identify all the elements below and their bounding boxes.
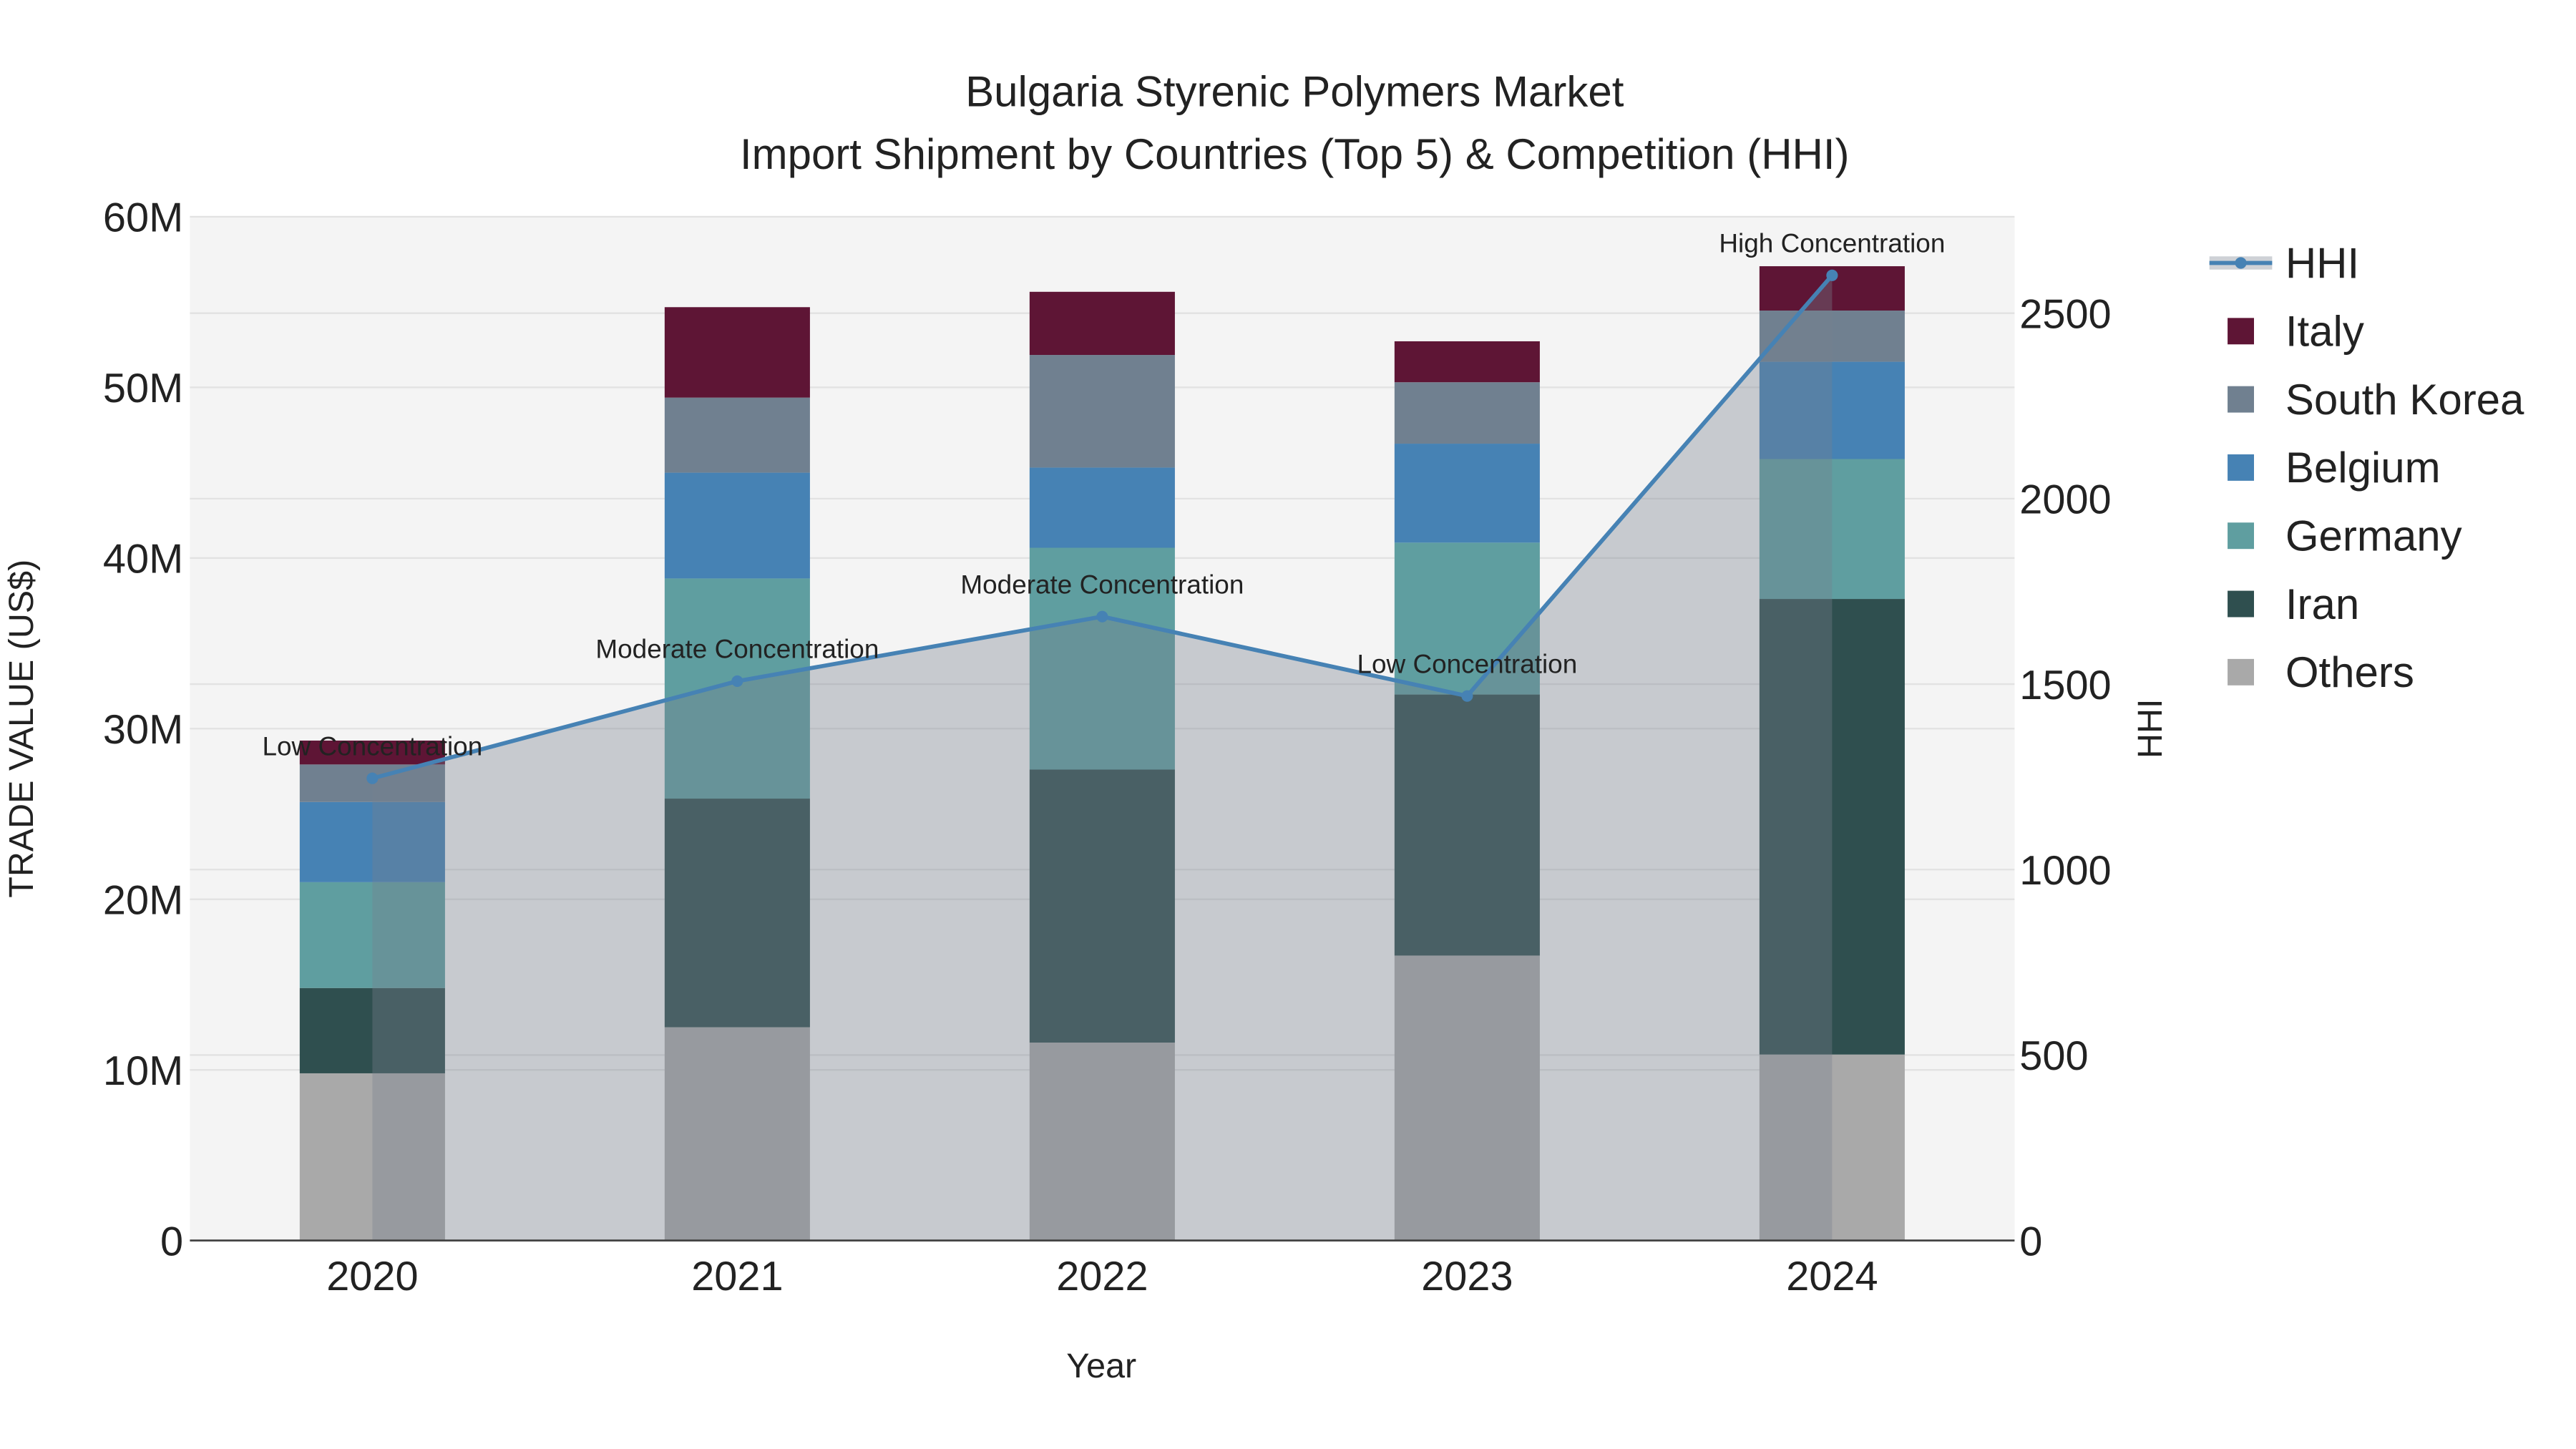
legend-item-italy: Italy [2228,308,2364,356]
y2-tick-label: 1500 [2019,663,2111,708]
hhi-point-2020 [366,772,379,784]
y-tick-label: 50M [103,366,183,411]
y2-axis-title: HHI [2131,699,2170,758]
chart-title: Bulgaria Styrenic Polymers Market [965,67,1624,115]
legend-label: Italy [2285,308,2364,356]
x-axis-title: Year [1066,1347,1136,1385]
x-tick-label: 2020 [326,1254,418,1299]
bar-italy-2022 [1029,291,1175,356]
y-axis-title: TRADE VALUE (US$) [2,560,41,898]
y2-tick-label: 2000 [2019,477,2111,523]
y2-tick-label: 2500 [2019,291,2111,337]
legend-label: Germany [2285,512,2462,560]
legend-label: Belgium [2285,444,2441,492]
chart: 0 10M 20M 30M 40M 50M 60M 0 500 1000 1500 2000 2500 2… [2,67,2524,1385]
bar-south-korea-2021 [664,397,810,473]
legend-item-germany: Germany [2228,512,2462,560]
hhi-annotation: Moderate Concentration [595,635,879,664]
legend-swatch [2228,386,2254,413]
legend-item-others: Others [2228,648,2414,696]
legend-hhi-marker-icon [2235,257,2247,269]
legend-swatch [2228,658,2254,686]
bar-italy-2021 [664,307,810,398]
legend-swatch [2228,522,2254,550]
legend-label: Others [2285,648,2414,696]
y2-tick-label: 500 [2019,1033,2088,1079]
legend-swatch [2228,454,2254,481]
bar-south-korea-2022 [1029,355,1175,468]
hhi-point-2024 [1826,269,1838,281]
chart-subtitle: Import Shipment by Countries (Top 5) & C… [740,130,1850,178]
legend-label: HHI [2285,239,2359,287]
legend-swatch [2228,318,2254,345]
x-tick-label: 2021 [691,1254,783,1299]
x-tick-label: 2022 [1056,1254,1148,1299]
hhi-point-2021 [731,675,743,687]
hhi-point-2022 [1096,610,1108,623]
legend-item-hhi: HHI [2209,239,2359,287]
y-tick-label: 60M [103,195,183,241]
y2-tick-label: 1000 [2019,848,2111,894]
hhi-annotation: Low Concentration [1357,649,1578,678]
y-tick-label: 40M [103,537,183,582]
y-tick-label: 30M [103,707,183,753]
hhi-annotation: Low Concentration [263,731,483,761]
x-tick-label: 2024 [1786,1254,1878,1299]
legend-label: Iran [2285,580,2359,628]
legend-item-belgium: Belgium [2228,444,2441,492]
bar-belgium-2023 [1394,444,1540,543]
y-tick-label: 10M [103,1048,183,1094]
legend-item-iran: Iran [2228,580,2359,628]
bar-italy-2023 [1394,341,1540,383]
y-tick-label: 20M [103,877,183,923]
bar-belgium-2021 [664,472,810,579]
bar-belgium-2022 [1029,467,1175,548]
x-tick-label: 2023 [1421,1254,1513,1299]
bar-south-korea-2023 [1394,382,1540,444]
hhi-annotation: High Concentration [1719,228,1945,258]
hhi-annotation: Moderate Concentration [960,570,1244,599]
hhi-point-2023 [1461,690,1473,702]
legend-item-south-korea: South Korea [2228,376,2524,424]
y-tick-label: 0 [160,1219,183,1264]
legend: HHI Italy South Korea Belgium Germany Iran Oth… [2209,239,2524,696]
y2-tick-label: 0 [2019,1219,2042,1264]
legend-swatch [2228,590,2254,618]
legend-label: South Korea [2285,376,2524,424]
